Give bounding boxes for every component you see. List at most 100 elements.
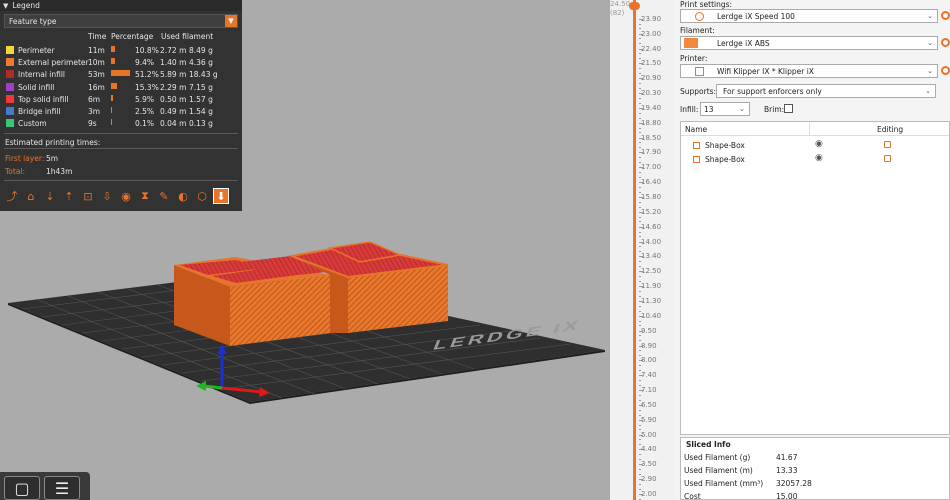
feature-time: 11m — [88, 46, 105, 55]
layer-height-label: 19.40 — [641, 103, 662, 112]
layer-slider-thumb[interactable] — [629, 2, 640, 10]
layer-minor-tick — [639, 23, 641, 25]
seams-icon[interactable]: ⊡ — [80, 188, 96, 204]
3d-viewport[interactable]: LERDGE IX ▼ Legend Feature type ▼ Time P… — [0, 0, 620, 500]
layer-height-label: 21.50 — [641, 59, 662, 68]
layer-height-label: 14.60 — [641, 222, 662, 231]
infill-label: Infill: — [680, 105, 699, 114]
feature-name: External perimeter — [18, 58, 89, 68]
feature-color-swatch — [6, 106, 14, 115]
object-list: Name Editing Shape-Box ◉ Shape-Box ◉ — [680, 121, 950, 435]
retractions-icon[interactable]: ⇣ — [42, 188, 58, 204]
gear-icon[interactable] — [941, 11, 950, 20]
layer-minor-tick — [639, 469, 641, 471]
layer-height-label: 17.90 — [641, 148, 662, 157]
layer-minor-tick — [639, 320, 641, 322]
color-changes-icon[interactable]: ◉ — [118, 188, 134, 204]
collapse-triangle-icon[interactable]: ▼ — [3, 2, 8, 10]
feature-percentage-bar — [111, 119, 112, 126]
shells-icon[interactable]: ⬡ — [194, 188, 210, 204]
total-label: Total: — [5, 167, 26, 176]
pause-icon[interactable]: ⧗ — [137, 188, 153, 204]
print-settings-select[interactable]: Lerdge iX Speed 100 ⌄ — [680, 9, 938, 23]
feature-time: 10m — [88, 58, 105, 68]
feature-percentage-bar — [111, 94, 114, 101]
layer-height-label: 2.90 — [641, 475, 657, 484]
feature-time: 3m — [88, 106, 101, 116]
layer-minor-tick — [639, 172, 641, 174]
wipe-icon[interactable]: ⌂ — [23, 188, 39, 204]
feature-grams: 1.54 g — [189, 106, 213, 116]
layer-height-label: 4.40 — [641, 445, 657, 454]
chevron-down-icon[interactable]: ⌄ — [927, 12, 933, 20]
feature-name: Perimeter — [18, 46, 55, 55]
tool-changes-icon[interactable]: ⇩ — [99, 188, 115, 204]
layer-minor-tick — [639, 83, 641, 85]
header-divider — [809, 122, 810, 135]
travel-icon[interactable]: ⤴ — [4, 188, 20, 204]
object-row[interactable]: Shape-Box ◉ — [681, 139, 949, 152]
sliced-info-value: 13.33 — [776, 466, 798, 475]
eye-icon[interactable]: ◉ — [815, 153, 823, 163]
legend-feature-row[interactable]: Bridge infill 3m 2.5% 0.49 m 1.54 g — [0, 106, 242, 118]
chevron-down-icon[interactable]: ⌄ — [925, 87, 931, 95]
legend-title: Legend — [12, 1, 40, 10]
infill-value: 13 — [704, 104, 714, 114]
legend-feature-row[interactable]: Custom 9s 0.1% 0.04 m 0.13 g — [0, 118, 242, 130]
layer-height-label: 2.00 — [641, 490, 657, 498]
supports-select[interactable]: For support enforcers only ⌄ — [716, 84, 936, 98]
filament-select[interactable]: Lerdge iX ABS ⌄ — [680, 36, 938, 50]
print-settings-icon — [695, 12, 704, 21]
chevron-down-icon[interactable]: ▼ — [225, 15, 237, 27]
legend-divider — [4, 133, 238, 134]
print-settings-value: Lerdge iX Speed 100 — [717, 11, 795, 21]
layer-height-label: 16.40 — [641, 178, 662, 187]
layer-slider-track[interactable] — [633, 0, 636, 500]
layer-top-number: (82) — [610, 9, 625, 17]
legend-title-bar[interactable]: ▼ Legend — [0, 0, 242, 11]
preview-button[interactable]: ☰ — [44, 476, 80, 500]
3d-view-button[interactable]: ▢ — [4, 476, 40, 500]
chevron-down-icon[interactable]: ⌄ — [927, 67, 933, 75]
legend-feature-row[interactable]: Internal infill 53m 51.2% 5.89 m 18.43 g — [0, 69, 242, 81]
edit-icon[interactable] — [884, 141, 891, 148]
legend-divider — [4, 148, 238, 149]
gear-icon[interactable] — [941, 38, 950, 47]
layer-minor-tick — [639, 246, 641, 248]
eye-icon[interactable]: ◉ — [815, 139, 823, 149]
center-of-gravity-icon[interactable]: ◐ — [175, 188, 191, 204]
layer-height-label: 3.50 — [641, 460, 657, 469]
layer-minor-tick — [639, 380, 641, 381]
feature-grams: 1.57 g — [189, 94, 213, 104]
legend-feature-row[interactable]: Solid infill 16m 15.3% 2.29 m 7.15 g — [0, 82, 242, 94]
infill-select[interactable]: 13 ⌄ — [700, 102, 750, 116]
layer-minor-tick — [639, 68, 641, 70]
printer-select[interactable]: Wifi Klipper IX * Klipper iX ⌄ — [680, 64, 938, 78]
custom-gcode-icon[interactable]: ✎ — [156, 188, 172, 204]
first-layer-value: 5m — [46, 154, 59, 163]
layer-minor-tick — [639, 38, 641, 40]
supports-value: For support enforcers only — [723, 86, 822, 96]
chevron-down-icon[interactable]: ⌄ — [739, 105, 745, 113]
filament-color-swatch — [684, 38, 698, 48]
legend-feature-row[interactable]: External perimeter 10m 9.4% 1.40 m 4.36 g — [0, 57, 242, 69]
tool-marker-icon[interactable]: ⬇ — [213, 188, 229, 204]
layer-slider[interactable]: 24.50 (82) 23.90 23.00 22.40 21.50 20.90 20.3… — [610, 0, 674, 500]
view-type-select[interactable]: Feature type ▼ — [4, 14, 238, 28]
objects-header-name: Name — [685, 125, 708, 134]
gear-icon[interactable] — [941, 66, 950, 75]
deretractions-icon[interactable]: ⇡ — [61, 188, 77, 204]
object-row[interactable]: Shape-Box ◉ — [681, 153, 949, 166]
feature-percentage-bar — [111, 58, 115, 65]
layer-minor-tick — [639, 394, 641, 396]
layer-minor-tick — [639, 127, 641, 129]
legend-feature-row[interactable]: Top solid infill 6m 5.9% 0.50 m 1.57 g — [0, 94, 242, 106]
legend-feature-row[interactable]: Perimeter 11m 10.8% 2.72 m 8.49 g — [0, 45, 242, 57]
chevron-down-icon[interactable]: ⌄ — [927, 39, 933, 47]
edit-icon[interactable] — [884, 155, 891, 162]
supports-label: Supports: — [680, 87, 717, 96]
print-settings-label: Print settings: — [680, 0, 733, 9]
printed-object-left[interactable] — [174, 256, 330, 346]
brim-checkbox[interactable] — [784, 104, 793, 113]
feature-meters: 0.49 m — [160, 106, 187, 116]
